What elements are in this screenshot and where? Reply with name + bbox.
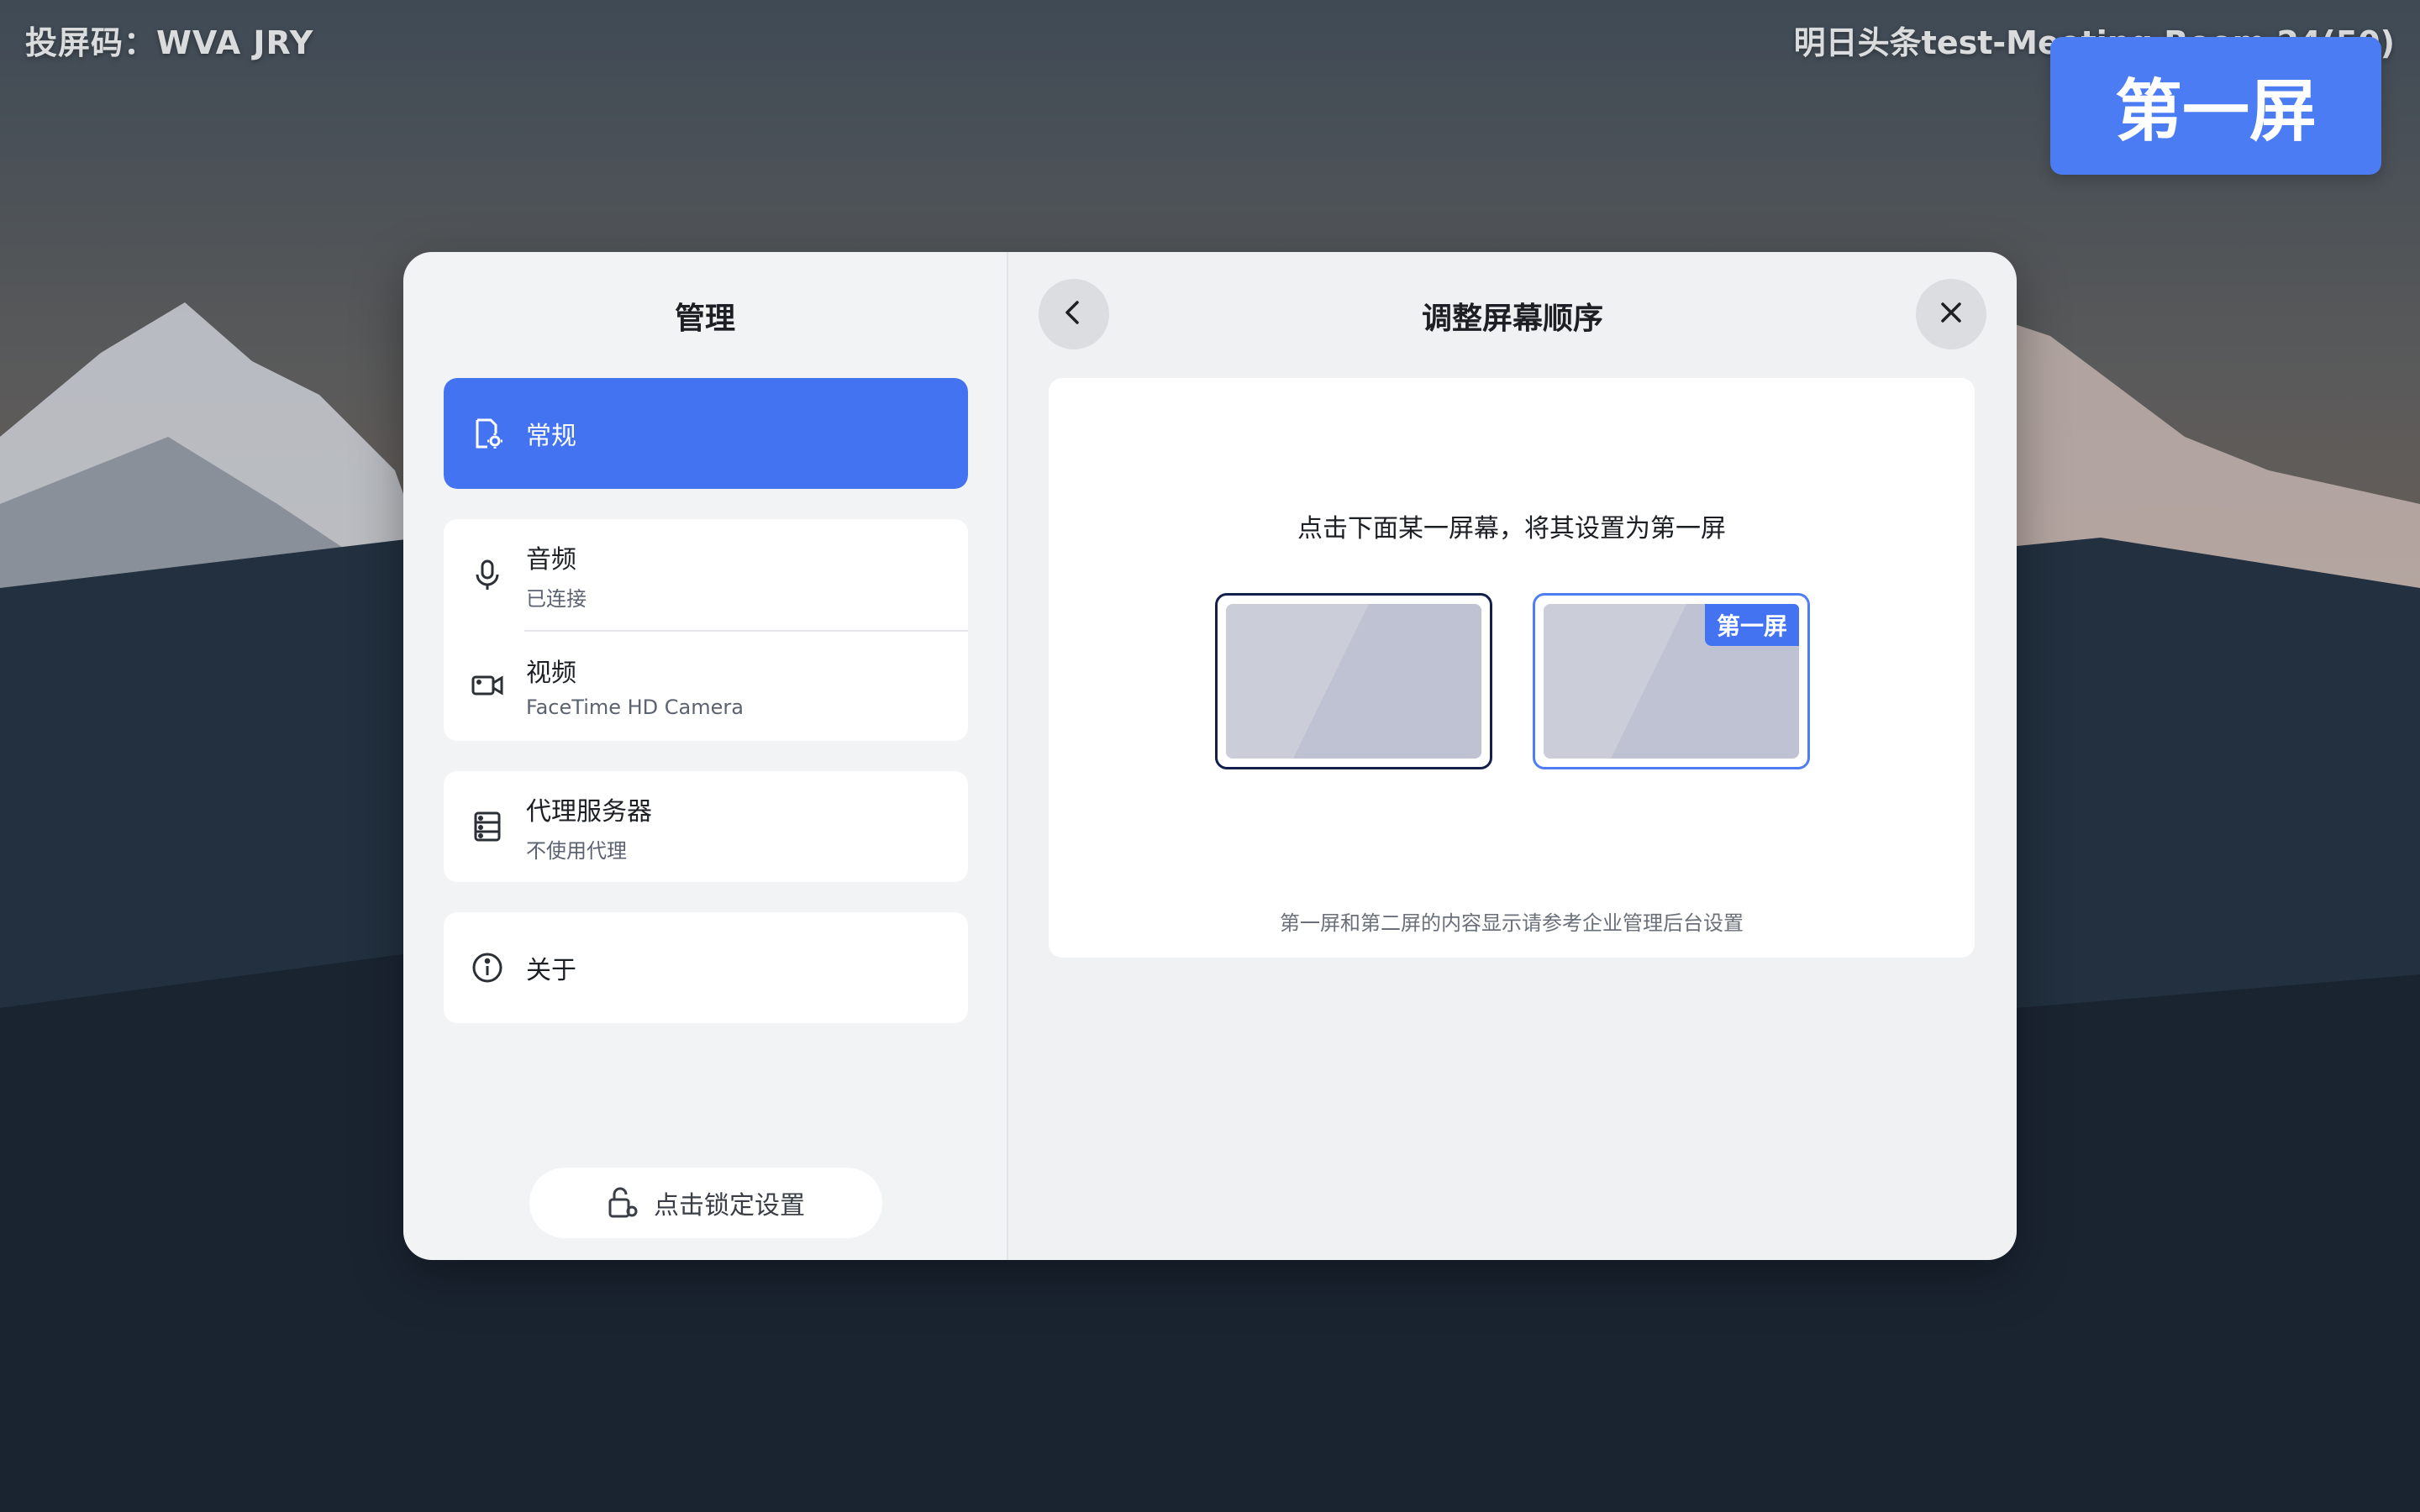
sidebar-title: 管理 bbox=[674, 302, 735, 336]
lock-settings-button[interactable]: 点击锁定设置 bbox=[529, 1168, 882, 1238]
sidebar-item-audio[interactable]: 音频 已连接 bbox=[444, 519, 968, 630]
close-icon bbox=[1936, 297, 1966, 331]
screen-order-panel: 点击下面某一屏幕，将其设置为第一屏 第一屏 第一屏和第二屏的内容显示请参考企业管… bbox=[1049, 378, 1975, 958]
sidebar-item-general[interactable]: 常规 bbox=[444, 378, 968, 489]
settings-dialog: 管理 常规 音频 已连接 视频 FaceTime HD Camera 代理服务器… bbox=[403, 252, 2017, 1260]
cast-code-label: 投屏码：WVA JRY bbox=[25, 24, 314, 61]
microphone-icon bbox=[469, 556, 506, 593]
camera-icon bbox=[469, 667, 506, 704]
page-title: 调整屏幕顺序 bbox=[1421, 302, 1603, 336]
nav-group-about: 关于 bbox=[444, 912, 968, 1023]
footnote-text: 第一屏和第二屏的内容显示请参考企业管理后台设置 bbox=[1280, 911, 1744, 935]
server-icon bbox=[469, 808, 506, 845]
sidebar-item-label: 常规 bbox=[526, 422, 576, 451]
sidebar-item-sublabel: 已连接 bbox=[526, 586, 587, 611]
settings-doc-icon bbox=[469, 415, 506, 452]
nav-group-media: 音频 已连接 视频 FaceTime HD Camera bbox=[444, 519, 968, 741]
sidebar-item-sublabel: FaceTime HD Camera bbox=[526, 696, 744, 719]
divider bbox=[524, 630, 968, 632]
instruction-text: 点击下面某一屏幕，将其设置为第一屏 bbox=[1297, 514, 1726, 543]
nav-group-general: 常规 bbox=[444, 378, 968, 489]
sidebar: 管理 常规 音频 已连接 视频 FaceTime HD Camera 代理服务器… bbox=[403, 252, 1008, 1260]
lock-settings-label: 点击锁定设置 bbox=[654, 1191, 805, 1221]
screen-tile-1[interactable] bbox=[1215, 593, 1492, 769]
sidebar-item-label: 关于 bbox=[526, 956, 576, 985]
close-button[interactable] bbox=[1916, 279, 1986, 349]
screen-tile-2[interactable]: 第一屏 bbox=[1533, 593, 1810, 769]
sidebar-item-label: 视频 bbox=[526, 659, 576, 688]
sidebar-item-proxy[interactable]: 代理服务器 不使用代理 bbox=[444, 771, 968, 882]
sidebar-item-about[interactable]: 关于 bbox=[444, 912, 968, 1023]
sidebar-item-sublabel: 不使用代理 bbox=[526, 838, 627, 863]
sidebar-item-label: 代理服务器 bbox=[526, 796, 652, 827]
lock-gear-icon bbox=[607, 1186, 640, 1220]
nav-group-proxy: 代理服务器 不使用代理 bbox=[444, 771, 968, 882]
sidebar-item-video[interactable]: 视频 FaceTime HD Camera bbox=[444, 630, 968, 741]
main-content: 调整屏幕顺序 点击下面某一屏幕，将其设置为第一屏 第一屏 第一屏和第二屏的内容显… bbox=[1008, 252, 2017, 1260]
info-icon bbox=[469, 949, 506, 986]
sidebar-item-label: 音频 bbox=[526, 544, 576, 575]
first-screen-tag: 第一屏 bbox=[1705, 604, 1799, 646]
screen-badge: 第一屏 bbox=[2050, 37, 2381, 175]
screen-preview bbox=[1226, 604, 1481, 759]
